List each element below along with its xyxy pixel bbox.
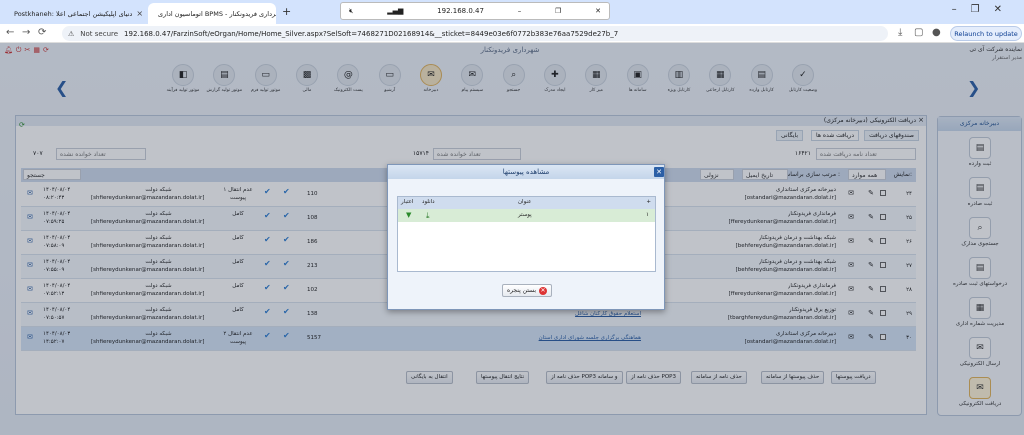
- minimize-icon[interactable]: –: [518, 7, 522, 15]
- plus-icon[interactable]: +: [646, 199, 651, 205]
- url-text[interactable]: 192.168.0.47/FarzinSoft/eOrgan/Home/Home…: [124, 30, 618, 38]
- close-icon[interactable]: ✕: [595, 7, 601, 15]
- tab-title: اتوماسیون اداری BPMS - شهرداری فریدونکنا…: [158, 9, 276, 18]
- close-dialog-label: بستن پنجره: [506, 287, 537, 294]
- dialog-title: مشاهده پیوستها: [502, 168, 550, 176]
- profile-icon[interactable]: ●: [932, 27, 941, 38]
- omnibox[interactable]: ⚠ Not secure 192.168.0.47/FarzinSoft/eOr…: [62, 26, 888, 41]
- row-index: ۱: [646, 212, 649, 218]
- col-title: عنوان: [518, 199, 532, 205]
- close-icon[interactable]: ✕: [654, 167, 664, 177]
- close-icon: ✕: [539, 286, 548, 295]
- cast-bar: 🔇︎ ▂▄▆ 192.168.0.47 – ❐ ✕: [340, 2, 610, 20]
- warning-icon: ⚠: [68, 29, 75, 38]
- signal-icon: ▂▄▆: [387, 7, 404, 15]
- browser-tab-bpms[interactable]: اتوماسیون اداری BPMS - شهرداری فریدونکنا…: [148, 3, 276, 24]
- table-header: + عنوان دانلود اعتبار: [398, 197, 655, 209]
- close-dialog-button[interactable]: بستن پنجره ✕: [502, 284, 552, 297]
- valid-icon: ▼: [406, 211, 412, 219]
- back-icon[interactable]: ←: [6, 27, 14, 38]
- attachments-table: + عنوان دانلود اعتبار ۱ پوستر ⤓ ▼: [397, 196, 656, 272]
- window-controls[interactable]: –❐✕: [952, 4, 1016, 15]
- relaunch-button[interactable]: Relaunch to update: [950, 26, 1022, 41]
- download-icon[interactable]: ⤓: [426, 211, 430, 221]
- browser-tab-postkhaneh[interactable]: Postkhaneh: دنیای اپلیکیشن اجتماعی اعلا …: [4, 3, 144, 24]
- download-icon[interactable]: ⤓: [898, 27, 902, 38]
- new-tab-button[interactable]: +: [282, 5, 291, 18]
- table-row[interactable]: ۱ پوستر ⤓ ▼: [398, 209, 655, 222]
- col-status: اعتبار: [401, 199, 414, 205]
- restore-icon[interactable]: ❐: [555, 7, 561, 15]
- extensions-icon[interactable]: ▢: [914, 27, 923, 38]
- attachment-title: پوستر: [518, 212, 532, 218]
- dialog-titlebar: مشاهده پیوستها ✕: [388, 165, 664, 179]
- forward-icon[interactable]: →: [22, 27, 30, 38]
- attachments-dialog: مشاهده پیوستها ✕ + عنوان دانلود اعتبار ۱…: [387, 164, 665, 310]
- cast-host: 192.168.0.47: [437, 7, 484, 15]
- col-download: دانلود: [422, 199, 435, 205]
- close-icon[interactable]: ×: [136, 9, 143, 18]
- tab-title: Postkhaneh: دنیای اپلیکیشن اجتماعی اعلا: [14, 9, 133, 18]
- mute-icon[interactable]: 🔇︎: [349, 7, 353, 16]
- not-secure-label: Not secure: [80, 29, 119, 38]
- reload-icon[interactable]: ⟳: [38, 27, 46, 38]
